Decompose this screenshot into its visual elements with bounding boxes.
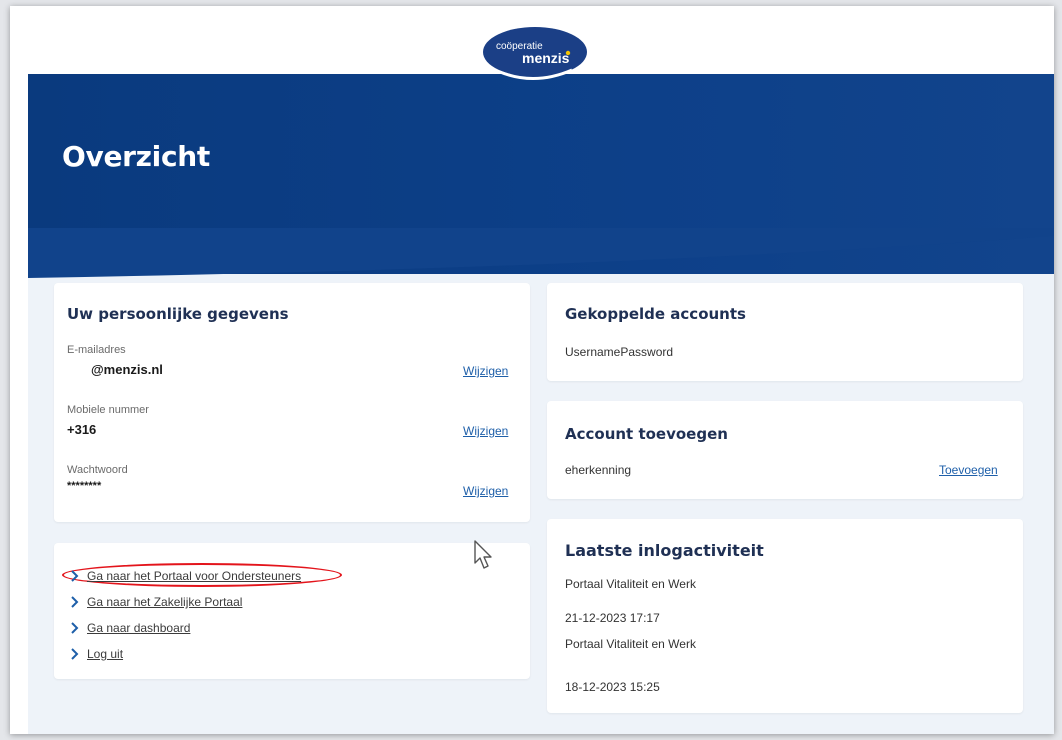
login-activity-entry: Portaal Vitaliteit en Werk: [565, 577, 696, 591]
linked-account-item: UsernamePassword: [565, 345, 674, 359]
mobile-value: +316: [67, 422, 97, 437]
password-value: ********: [67, 480, 102, 492]
login-activity-entry: 18-12-2023 15:25: [565, 680, 660, 694]
add-account-link[interactable]: Toevoegen: [939, 463, 998, 477]
login-activity-title: Laatste inlogactiviteit: [565, 541, 764, 560]
app-window: Overzicht coöperatie menzis Uw persoonli…: [10, 6, 1054, 734]
link-logout[interactable]: Log uit: [87, 647, 123, 661]
add-account-provider: eherkenning: [565, 463, 632, 477]
chevron-right-icon: [71, 570, 79, 582]
email-value: @menzis.nl: [91, 362, 163, 377]
edit-mobile-link[interactable]: Wijzigen: [463, 424, 508, 438]
add-account-card: Account toevoegen eherkenning Toevoegen: [547, 401, 1023, 499]
login-activity-entry: 21-12-2023 17:17: [565, 611, 660, 625]
email-label: E-mailadres: [67, 344, 126, 356]
svg-text:menzis: menzis: [522, 50, 570, 66]
link-support-portal[interactable]: Ga naar het Portaal voor Ondersteuners: [87, 569, 301, 583]
personal-details-title: Uw persoonlijke gegevens: [67, 305, 289, 323]
mobile-label: Mobiele nummer: [67, 404, 149, 416]
password-label: Wachtwoord: [67, 464, 128, 476]
edit-email-link[interactable]: Wijzigen: [463, 364, 508, 378]
link-business-portal[interactable]: Ga naar het Zakelijke Portaal: [87, 595, 242, 609]
link-dashboard[interactable]: Ga naar dashboard: [87, 621, 190, 635]
linked-accounts-card: Gekoppelde accounts UsernamePassword: [547, 283, 1023, 381]
personal-details-card: Uw persoonlijke gegevens E-mailadres @me…: [54, 283, 530, 522]
edit-password-link[interactable]: Wijzigen: [463, 484, 508, 498]
menzis-logo[interactable]: coöperatie menzis: [482, 26, 588, 84]
chevron-right-icon: [71, 622, 79, 634]
page-title: Overzicht: [62, 140, 210, 173]
add-account-title: Account toevoegen: [565, 425, 728, 443]
portal-links-card: Ga naar het Portaal voor Ondersteuners G…: [54, 543, 530, 679]
chevron-right-icon: [71, 596, 79, 608]
mouse-cursor-icon: [474, 540, 492, 569]
login-activity-card: Laatste inlogactiviteit Portaal Vitalite…: [547, 519, 1023, 713]
linked-accounts-title: Gekoppelde accounts: [565, 305, 746, 323]
left-margin: [10, 78, 28, 734]
login-activity-entry: Portaal Vitaliteit en Werk: [565, 637, 696, 651]
chevron-right-icon: [71, 648, 79, 660]
banner-curve: [28, 228, 1054, 278]
